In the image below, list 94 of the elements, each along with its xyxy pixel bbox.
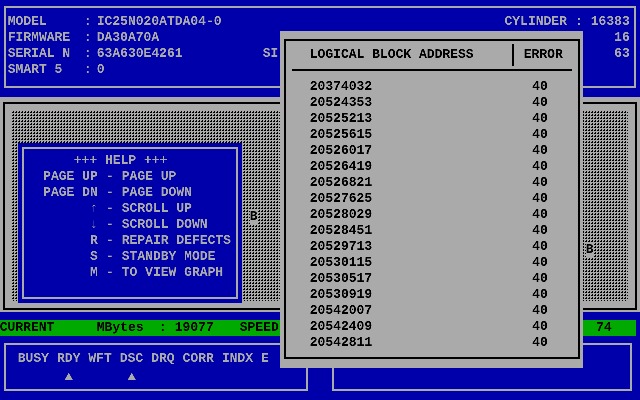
block-marker: B (250, 209, 258, 225)
help-action: REPAIR DEFECTS (122, 233, 232, 249)
column-header: ERROR (523, 46, 564, 64)
help-separator: - (105, 265, 115, 281)
field-separator: : (84, 14, 93, 30)
field-value: 63 (614, 46, 630, 62)
address-cell-text: 20525213 (309, 111, 374, 127)
help-key: PAGE UP (34, 169, 98, 185)
help-action: PAGE UP (122, 169, 177, 185)
flag-label: BUSY (18, 351, 50, 367)
error-cell-text: 40 (531, 271, 548, 287)
error-cell-text: 40 (531, 239, 548, 255)
address-cell-text: 20529713 (309, 239, 374, 255)
status-value: 74 (596, 320, 612, 336)
help-action: SCROLL UP (122, 201, 192, 217)
flag-indicator-icon (128, 373, 136, 380)
flag-label: RDY (57, 351, 81, 367)
address-cell-text: 20524353 (309, 95, 374, 111)
field-value: 0 (97, 62, 106, 78)
address-cell-text: 20542007 (309, 303, 374, 319)
status-label: MBytes (97, 320, 145, 336)
error-cell-text: 40 (531, 159, 548, 175)
field-separator: : (84, 46, 93, 62)
flag-label: CORR (182, 351, 214, 367)
help-key: R (34, 233, 98, 249)
help-action: SCROLL DOWN (122, 217, 208, 233)
help-separator: - (105, 169, 115, 185)
field-label: SMART 5 (8, 62, 64, 78)
status-label: CURRENT (0, 320, 56, 336)
help-action: PAGE DOWN (122, 185, 192, 201)
field-separator: : (84, 30, 93, 46)
address-cell-text: 20525615 (309, 127, 374, 143)
address-cell-text: 20530517 (309, 271, 374, 287)
status-value: 19077 (175, 320, 216, 336)
field-label: SERIAL N (8, 46, 72, 62)
address-cell-text: 20528451 (309, 223, 374, 239)
field-label: CYLINDER (504, 14, 568, 30)
flag-indicator-icon (64, 373, 73, 380)
error-cell-text: 40 (531, 143, 548, 159)
help-key: ↑ (34, 201, 98, 217)
address-cell-text: 20542811 (309, 335, 374, 351)
help-separator: - (105, 217, 115, 233)
address-cell-text: 20526419 (309, 159, 374, 175)
error-cell-text: 40 (531, 79, 548, 95)
error-cell-text: 40 (531, 111, 548, 127)
help-separator: - (105, 249, 115, 265)
error-cell-text: 40 (531, 191, 548, 207)
status-label: SPEED (240, 320, 280, 336)
address-cell-text: 20530919 (309, 287, 374, 303)
field-label: SI (263, 46, 279, 62)
field-value: IC25N020ATDA04-0 (97, 14, 223, 30)
help-key: PAGE DN (34, 185, 98, 201)
help-title: +++ HELP +++ (74, 153, 168, 169)
address-cell-text: 20528029 (309, 207, 374, 223)
help-key: M (34, 265, 98, 281)
address-cell-text: 20526017 (309, 143, 374, 159)
address-cell-text: 20527625 (309, 191, 374, 207)
error-cell-text: 40 (531, 255, 548, 271)
help-key: ↓ (34, 217, 98, 233)
help-key: S (34, 249, 98, 265)
flag-label: DSC (120, 351, 144, 367)
field-label: MODEL (8, 14, 48, 30)
flag-label: DRQ (151, 351, 175, 367)
field-label: FIRMWARE (8, 30, 72, 46)
help-separator: - (105, 233, 115, 249)
field-value: DA30A70A (97, 30, 160, 46)
field-value: 63A630E4261 (97, 46, 184, 62)
help-action: STANDBY MODE (122, 249, 216, 265)
error-cell-text: 40 (531, 287, 548, 303)
field-separator: : (575, 14, 583, 30)
flag-label: WFT (88, 351, 112, 367)
error-cell-text: 40 (531, 335, 548, 351)
error-cell-text: 40 (531, 303, 548, 319)
block-marker: B (586, 242, 594, 258)
address-cell-text: 20530115 (309, 255, 374, 271)
address-cell-text: 20374032 (309, 79, 374, 95)
field-value: 16383 (590, 14, 630, 30)
column-header: LOGICAL BLOCK ADDRESS (309, 46, 475, 64)
error-cell-text: 40 (531, 223, 548, 239)
status-separator: : (159, 320, 168, 336)
help-separator: - (105, 201, 115, 217)
error-cell-text: 40 (531, 127, 548, 143)
help-action: TO VIEW GRAPH (122, 265, 224, 281)
error-cell-text: 40 (531, 319, 548, 335)
help-separator: - (105, 185, 115, 201)
flag-label: E (261, 351, 270, 367)
error-cell-text: 40 (531, 175, 548, 191)
address-cell-text: 20526821 (309, 175, 374, 191)
flag-label: INDX (222, 351, 254, 367)
field-value: 16 (614, 30, 630, 46)
error-cell-text: 40 (531, 207, 548, 223)
error-cell-text: 40 (531, 95, 548, 111)
address-cell-text: 20542409 (309, 319, 374, 335)
field-separator: : (84, 62, 93, 78)
